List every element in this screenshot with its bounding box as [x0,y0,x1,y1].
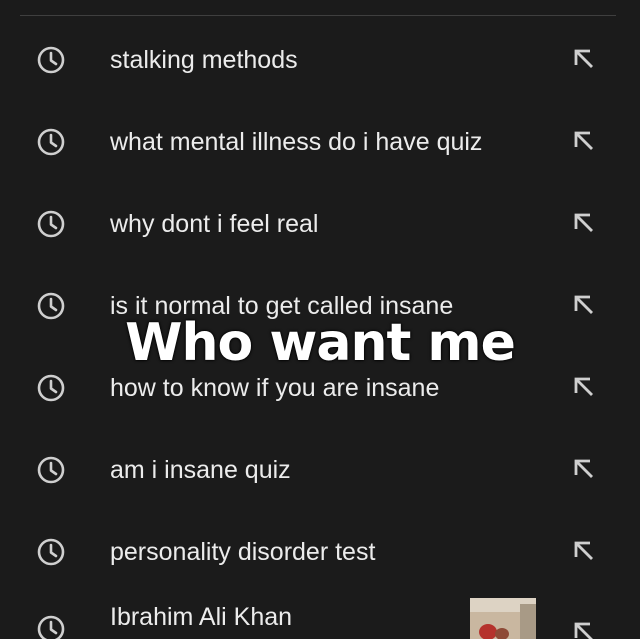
fill-query-arrow-icon[interactable] [572,620,596,639]
history-item-label: how to know if you are insane [110,374,440,402]
fill-query-arrow-icon[interactable] [572,129,596,153]
history-item-label: what mental illness do i have quiz [110,128,483,156]
history-item[interactable]: Ibrahim Ali Khan [0,588,640,639]
history-item-label: Ibrahim Ali Khan [110,603,293,631]
history-clock-icon [37,46,65,74]
history-item-thumbnail [470,598,536,639]
history-item[interactable]: personality disorder test [0,522,640,582]
history-clock-icon [37,456,65,484]
history-item[interactable]: what mental illness do i have quiz [0,112,640,172]
history-item[interactable]: why dont i feel real [0,194,640,254]
overlay-caption: Who want me [125,313,516,373]
history-clock-icon [37,128,65,156]
history-item[interactable]: stalking methods [0,30,640,90]
history-clock-icon [37,615,65,639]
history-item-label: stalking methods [110,46,298,74]
history-item-label: am i insane quiz [110,456,291,484]
history-item-label: personality disorder test [110,538,376,566]
history-clock-icon [37,210,65,238]
fill-query-arrow-icon[interactable] [572,457,596,481]
history-clock-icon [37,538,65,566]
fill-query-arrow-icon[interactable] [572,539,596,563]
history-clock-icon [37,374,65,402]
history-item-label: why dont i feel real [110,210,319,238]
history-item[interactable]: am i insane quiz [0,440,640,500]
thumbnail-image [470,598,536,639]
fill-query-arrow-icon[interactable] [572,47,596,71]
fill-query-arrow-icon[interactable] [572,375,596,399]
fill-query-arrow-icon[interactable] [572,211,596,235]
